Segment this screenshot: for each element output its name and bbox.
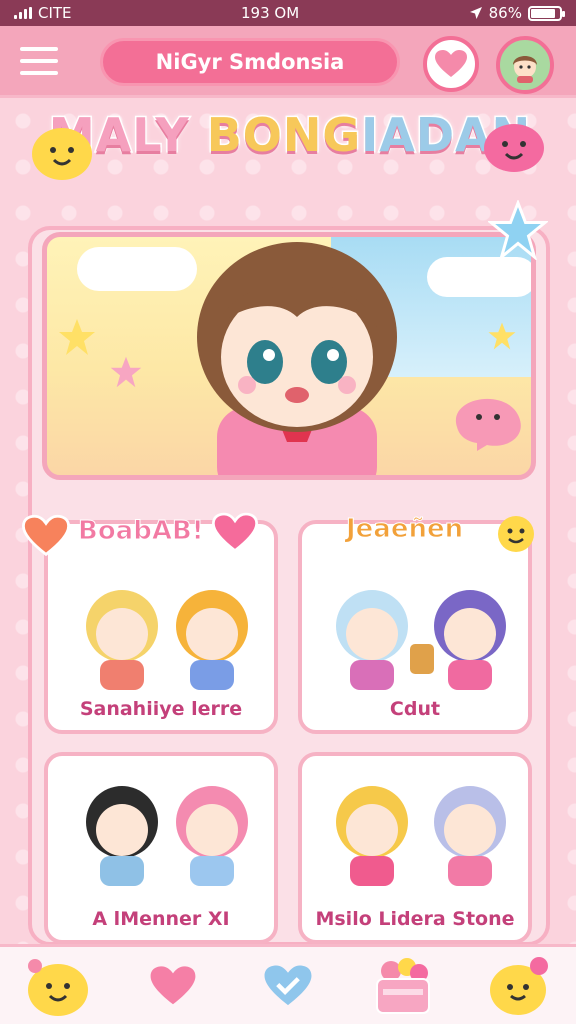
card-label: Sanahiiye lerre [79, 698, 243, 720]
card-illustration [336, 590, 506, 690]
status-left: CITE [14, 4, 72, 22]
avatar[interactable] [496, 36, 554, 94]
blue-star-sticker [488, 200, 548, 260]
battery-fill [530, 8, 556, 18]
pink-blob-mascot [455, 398, 521, 451]
star-icon [488, 322, 516, 350]
search-pill[interactable]: NiGyr Smdonsia [100, 38, 400, 86]
hero-banner[interactable] [42, 232, 536, 480]
star-icon [59, 319, 95, 355]
card-label: A lMenner XI [92, 908, 230, 930]
nav-shop-button[interactable] [368, 951, 438, 1021]
location-arrow-icon [469, 7, 482, 19]
favorite-button[interactable] [423, 36, 479, 92]
signal-icon [14, 7, 32, 19]
status-bar: CITE 193 OM 86% [0, 0, 576, 26]
nav-check-button[interactable] [253, 951, 323, 1021]
card-label: Cdut [389, 698, 441, 720]
heart-check-icon [264, 964, 312, 1005]
top-bar: NiGyr Smdonsia [0, 26, 576, 98]
card-tag: Jeaeñen [345, 514, 464, 545]
character-card[interactable]: Msilo Lidera Stone [298, 752, 532, 944]
cloud-decoration [427, 257, 531, 297]
card-label: Msilo Lidera Stone [315, 908, 515, 930]
card-illustration [86, 786, 248, 886]
basket-icon [376, 957, 431, 1014]
status-right: 86% [469, 4, 565, 22]
pink-mascot-sticker [484, 124, 544, 172]
carrier-text: CITE [38, 4, 72, 22]
smiley-icon [498, 516, 534, 552]
battery-percent: 86% [488, 4, 522, 22]
profile-face-icon [513, 56, 537, 83]
card-tag: BoabAB! [78, 516, 205, 547]
blob-mascot-icon [27, 958, 88, 1016]
yellow-mascot-icon [490, 956, 549, 1015]
character-card[interactable]: A lMenner XI [44, 752, 278, 944]
battery-icon [527, 5, 565, 21]
heart-icon [150, 965, 196, 1004]
yellow-mascot-sticker [32, 128, 92, 180]
hamburger-icon[interactable] [20, 39, 64, 83]
bottom-nav [0, 944, 576, 1024]
card-illustration [86, 590, 248, 690]
hero-character-illustration [197, 242, 397, 475]
nav-mascot-button[interactable] [483, 951, 553, 1021]
star-icon [110, 356, 142, 388]
heart-icon [212, 512, 258, 553]
title-part-2: BONG [205, 107, 362, 164]
card-illustration [336, 786, 506, 886]
nav-favorites-button[interactable] [138, 951, 208, 1021]
clock: 193 OM [241, 4, 300, 22]
heart-icon [435, 50, 467, 77]
heart-icon [22, 514, 70, 557]
nav-home-button[interactable] [23, 951, 93, 1021]
search-pill-text: NiGyr Smdonsia [155, 50, 345, 74]
